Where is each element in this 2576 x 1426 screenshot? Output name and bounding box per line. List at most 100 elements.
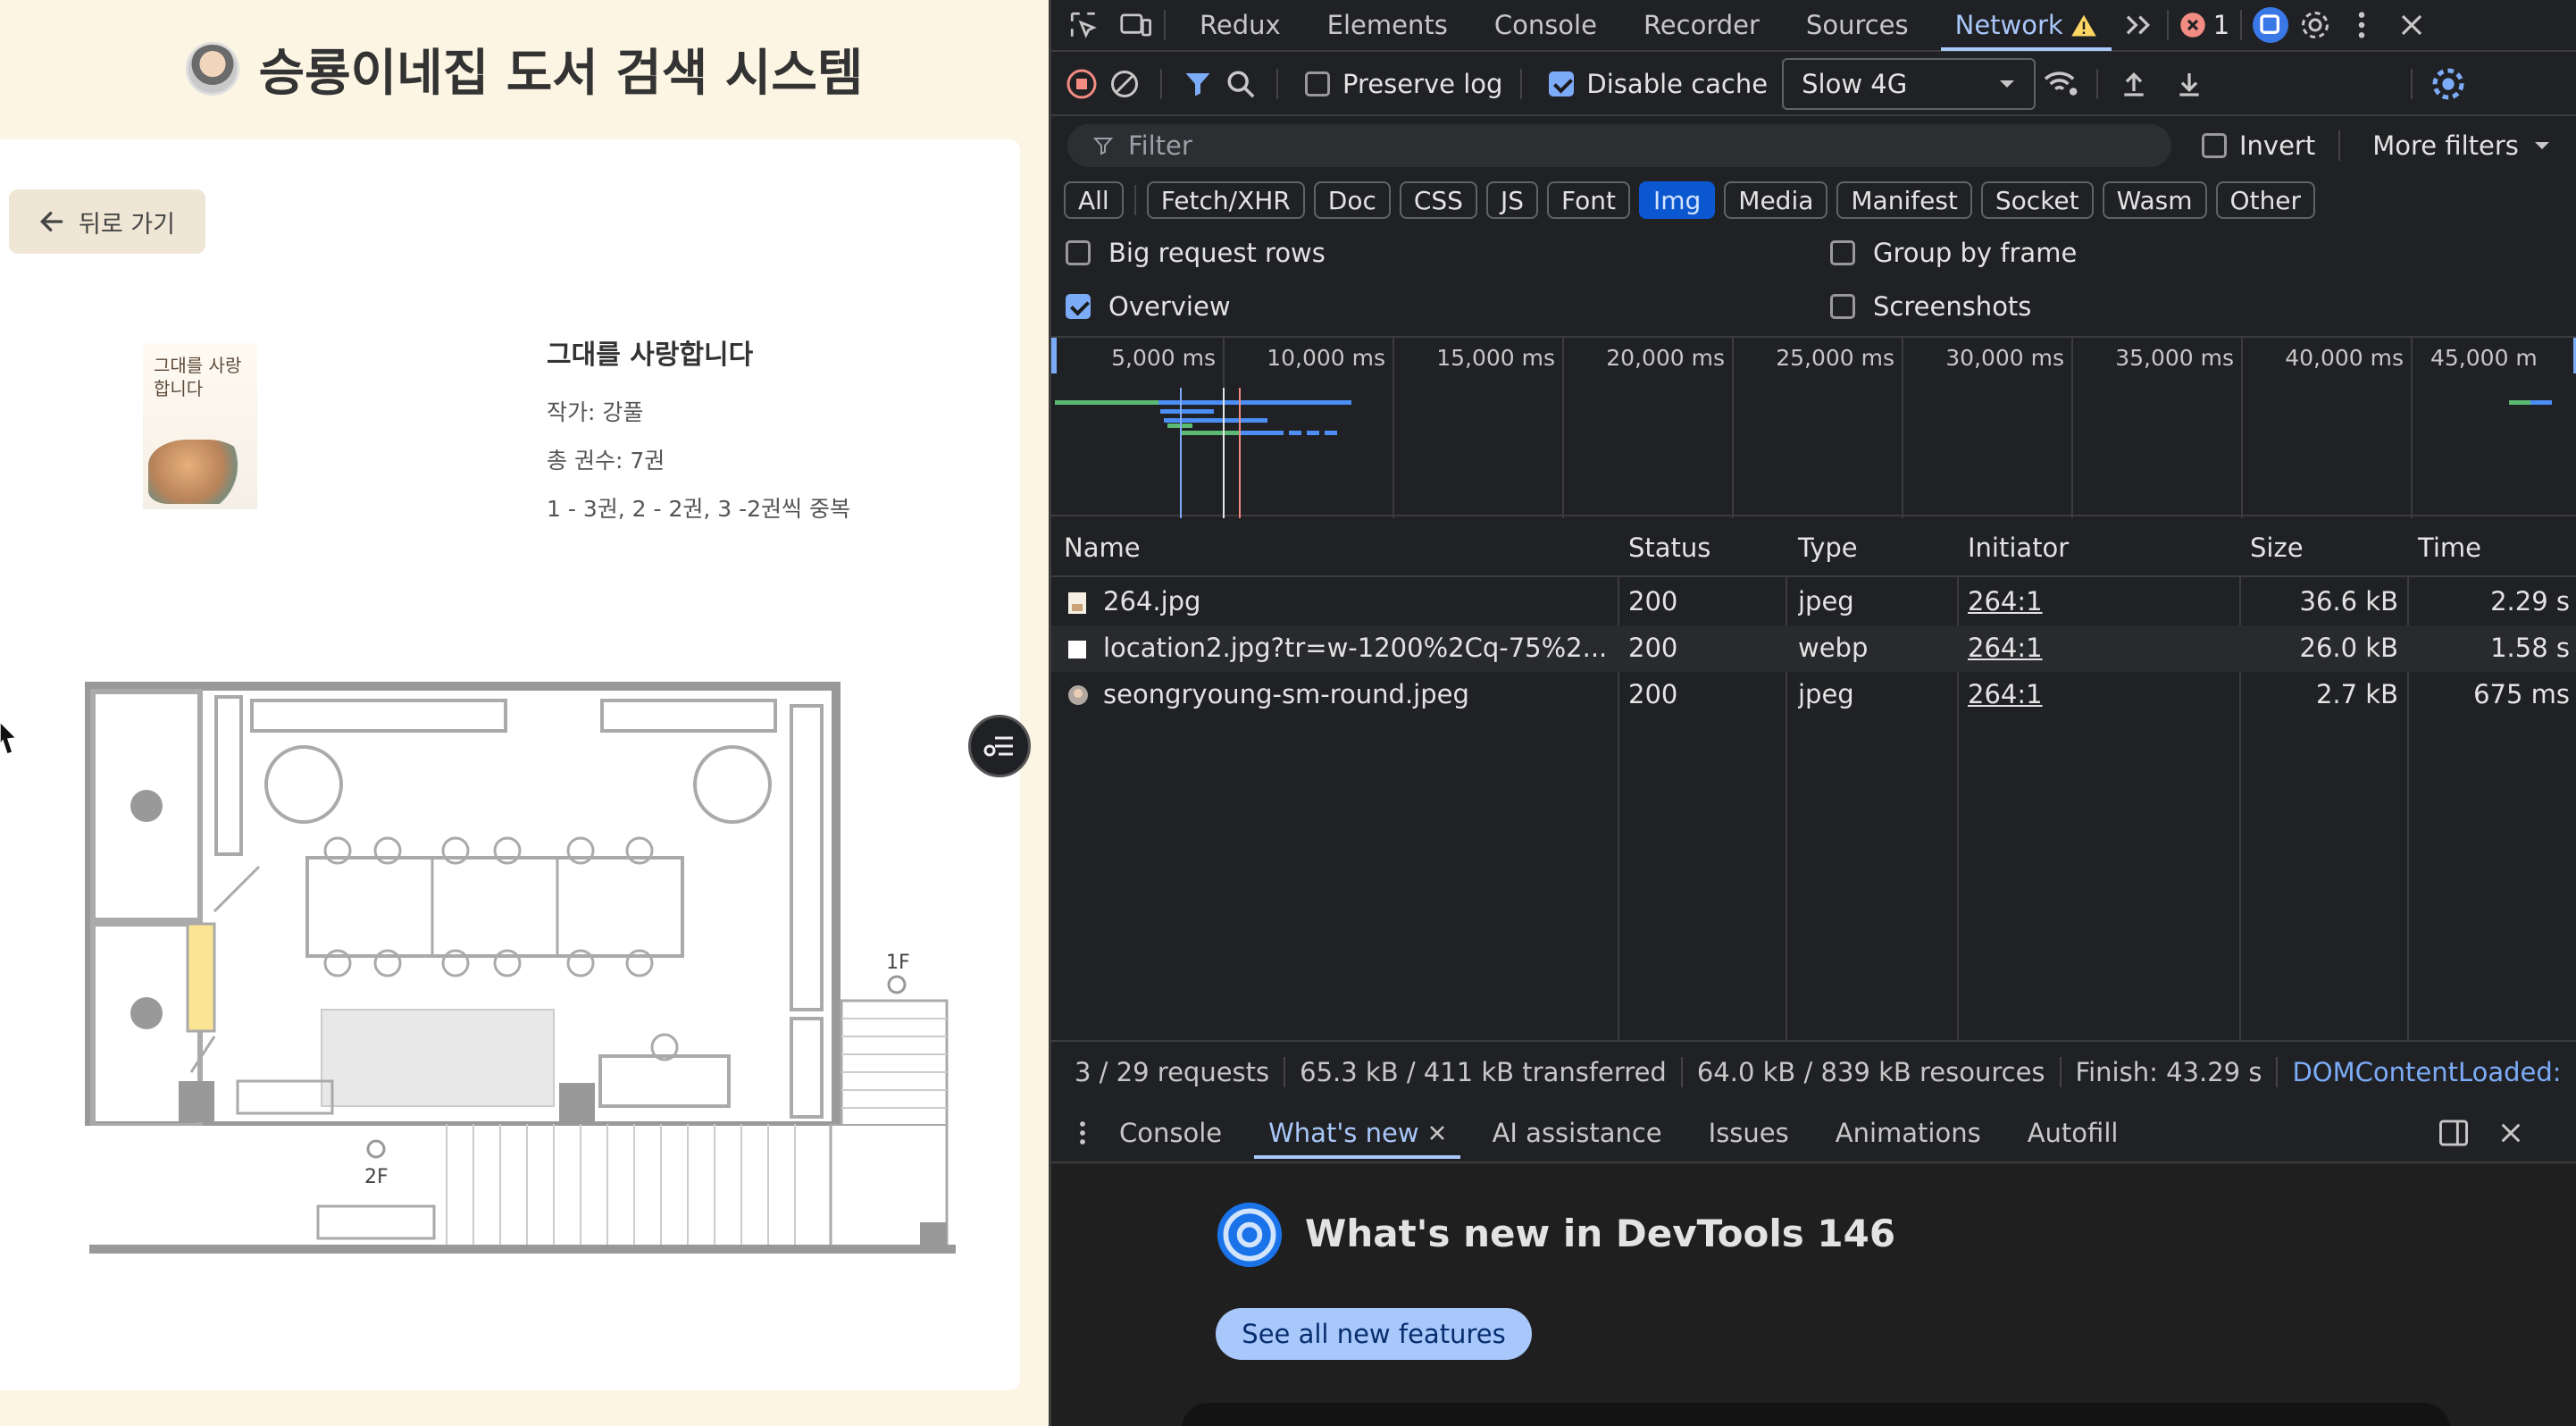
overview-option[interactable]: Overview (1066, 291, 1231, 322)
timeline-gridline (2241, 338, 2243, 518)
type-filter-fetch-xhr[interactable]: Fetch/XHR (1146, 181, 1305, 219)
checkbox[interactable] (1830, 240, 1855, 265)
drawer-tab-ai-assistance[interactable]: AI assistance (1469, 1107, 1685, 1159)
see-all-features-button[interactable]: See all new features (1216, 1308, 1532, 1360)
checkbox[interactable] (1305, 71, 1330, 96)
column-header-size[interactable]: Size (2250, 533, 2304, 563)
request-size: 26.0 kB (2299, 633, 2398, 663)
floor-1f-label: 1F (886, 952, 910, 974)
type-filter-socket[interactable]: Socket (1980, 181, 2094, 219)
type-filter-js[interactable]: JS (1485, 181, 1538, 219)
error-icon (2179, 13, 2205, 38)
inspect-element-icon[interactable] (1066, 7, 1101, 43)
checkbox[interactable] (2202, 133, 2227, 158)
filter-input[interactable]: Filter (1067, 124, 2171, 167)
request-initiator-link[interactable]: 264:1 (1968, 633, 2043, 663)
checkbox[interactable] (1066, 240, 1091, 265)
type-filter-font[interactable]: Font (1547, 181, 1630, 219)
column-header-type[interactable]: Type (1798, 533, 1858, 563)
overview-label: Overview (1108, 291, 1231, 322)
tab-recorder[interactable]: Recorder (1620, 0, 1783, 51)
type-filter-media[interactable]: Media (1724, 181, 1828, 219)
record-stop-icon[interactable] (1064, 66, 1100, 102)
cover-illustration (148, 440, 247, 504)
request-initiator-link[interactable]: 264:1 (1968, 586, 2043, 617)
import-har-icon[interactable] (2116, 66, 2152, 102)
disable-cache-checkbox[interactable]: Disable cache (1549, 69, 1768, 99)
screenshots-option[interactable]: Screenshots (1830, 291, 2031, 322)
type-filter-wasm[interactable]: Wasm (2102, 181, 2207, 219)
requests-count: 3 / 29 requests (1075, 1057, 1286, 1087)
divider (1164, 10, 1166, 40)
tab-console[interactable]: Console (1471, 0, 1620, 51)
drawer-menu-icon[interactable] (1069, 1115, 1096, 1151)
network-conditions-icon[interactable] (2043, 66, 2078, 102)
column-header-time[interactable]: Time (2418, 533, 2481, 563)
drawer-tab-issues[interactable]: Issues (1685, 1107, 1812, 1159)
kebab-menu-icon[interactable] (2344, 7, 2379, 43)
group-by-frame-option[interactable]: Group by frame (1830, 238, 2077, 268)
invert-checkbox[interactable]: Invert (2202, 130, 2315, 161)
close-drawer-icon[interactable] (2493, 1115, 2529, 1151)
clear-icon[interactable] (1107, 66, 1142, 102)
filter-row: Filter Invert More filters (1051, 118, 2576, 173)
big-request-rows-option[interactable]: Big request rows (1066, 238, 1326, 268)
column-header-name[interactable]: Name (1064, 533, 1141, 563)
network-toolbar: Preserve log Disable cache Slow 4G (1051, 54, 2576, 116)
sidebar-toggle-button[interactable] (968, 715, 1031, 777)
tab-redux[interactable]: Redux (1176, 0, 1304, 51)
table-row[interactable]: 264.jpg 200 jpeg 264:1 36.6 kB 2.29 s (1051, 579, 2576, 625)
type-filter-all[interactable]: All (1064, 181, 1124, 219)
request-type: jpeg (1798, 679, 1854, 709)
devtools-logo-icon (1217, 1202, 1283, 1268)
request-time: 1.58 s (2490, 633, 2570, 663)
type-filter-doc[interactable]: Doc (1313, 181, 1391, 219)
filter-funnel-icon[interactable] (1180, 66, 1216, 102)
network-settings-icon[interactable] (2430, 66, 2466, 102)
ai-assistant-icon[interactable] (2253, 7, 2289, 43)
checkbox[interactable] (1066, 294, 1091, 319)
close-devtools-icon[interactable] (2394, 7, 2430, 43)
throttling-value: Slow 4G (1802, 69, 1908, 99)
preserve-log-checkbox[interactable]: Preserve log (1305, 69, 1502, 99)
drawer-tab-console[interactable]: Console (1096, 1107, 1245, 1159)
throttling-select[interactable]: Slow 4G (1782, 58, 2037, 110)
dock-side-icon[interactable] (2436, 1115, 2471, 1151)
checkbox[interactable] (1549, 71, 1575, 96)
filter-placeholder: Filter (1128, 130, 1192, 161)
tab-sources[interactable]: Sources (1783, 0, 1932, 51)
device-toolbar-icon[interactable] (1117, 7, 1153, 43)
drawer-tab-whats-new[interactable]: What's new (1245, 1107, 1468, 1159)
resource-type-filters: All Fetch/XHR Doc CSS JS Font Img Media … (1051, 175, 2576, 225)
tab-elements[interactable]: Elements (1304, 0, 1471, 51)
network-overview-timeline[interactable]: 5,000 ms 10,000 ms 15,000 ms 20,000 ms 2… (1051, 336, 2576, 518)
settings-gear-icon[interactable] (2297, 7, 2333, 43)
table-row[interactable]: location2.jpg?tr=w-1200%2Cq-75%2... 200 … (1051, 625, 2576, 672)
more-filters-dropdown[interactable]: More filters (2372, 130, 2551, 161)
column-header-initiator[interactable]: Initiator (1968, 533, 2069, 563)
table-row[interactable]: seongryoung-sm-round.jpeg 200 jpeg 264:1… (1051, 672, 2576, 718)
book-cover-text: 그대를 사랑합니다 (154, 355, 242, 399)
drawer-tab-animations[interactable]: Animations (1812, 1107, 2004, 1159)
book-detail: 1 - 3권, 2 - 2권, 3 -2권씩 중복 (547, 496, 850, 522)
tab-network[interactable]: Network (1932, 0, 2120, 51)
type-filter-img[interactable]: Img (1638, 181, 1716, 219)
request-name: 264.jpg (1103, 586, 1201, 617)
more-tabs-icon[interactable] (2120, 7, 2156, 43)
close-tab-icon[interactable] (1428, 1124, 1446, 1142)
type-filter-other[interactable]: Other (2215, 181, 2316, 219)
back-button[interactable]: 뒤로 가기 (9, 189, 205, 254)
dom-content-loaded-marker (1180, 388, 1182, 518)
request-initiator-link[interactable]: 264:1 (1968, 679, 2043, 709)
checkbox[interactable] (1830, 294, 1855, 319)
export-har-icon[interactable] (2171, 66, 2207, 102)
column-header-status[interactable]: Status (1628, 533, 1710, 563)
filter-icon (1092, 138, 1114, 155)
type-filter-css[interactable]: CSS (1399, 181, 1477, 219)
error-counter[interactable]: 1 (2179, 10, 2229, 40)
whats-new-card (1182, 1403, 2450, 1426)
drawer-tab-autofill[interactable]: Autofill (2004, 1107, 2142, 1159)
overview-left-handle[interactable] (1051, 338, 1057, 373)
type-filter-manifest[interactable]: Manifest (1836, 181, 1972, 219)
search-icon[interactable] (1223, 66, 1259, 102)
